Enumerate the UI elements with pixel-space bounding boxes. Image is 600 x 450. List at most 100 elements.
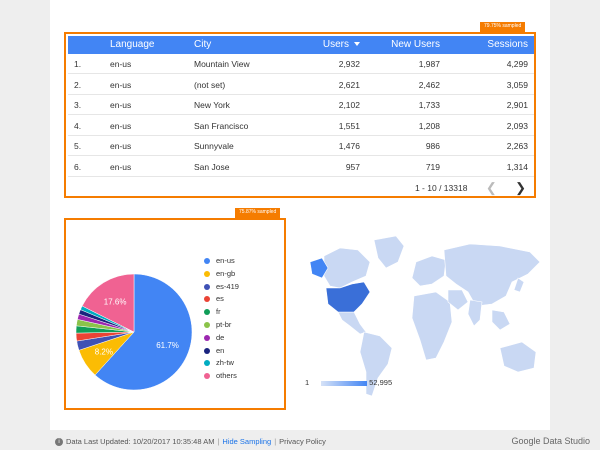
legend-item[interactable]: en-gb — [204, 269, 239, 282]
header-users[interactable]: Users — [323, 39, 360, 50]
legend-dot-icon — [204, 309, 210, 316]
pie-widget[interactable]: 61.7% 8.2% 17.6% en-us en-gb es-419 es fr pt-br… — [64, 218, 286, 410]
world-map[interactable] — [300, 232, 545, 402]
legend-dot-icon — [204, 360, 210, 367]
table-row[interactable]: 3. en-us New York 2,102 1,733 2,901 — [68, 95, 534, 116]
map-region-greenland — [373, 235, 405, 269]
sort-desc-icon — [354, 42, 360, 47]
map-region-australia — [499, 341, 537, 373]
cell-users: 1,551 — [338, 120, 360, 131]
legend-dot-icon — [204, 270, 210, 277]
chevron-left-icon[interactable]: ❮ — [486, 180, 497, 196]
last-updated: Data Last Updated: 10/20/2017 10:35:48 A… — [66, 437, 215, 446]
cell-city: (not set) — [194, 79, 226, 90]
legend-label: fr — [216, 307, 221, 317]
legend-item[interactable]: es — [204, 294, 239, 307]
map-region-southeast-asia — [491, 309, 511, 331]
header-sessions[interactable]: Sessions — [487, 39, 528, 50]
row-index: 6. — [74, 162, 82, 172]
map-region-central-america — [337, 311, 367, 335]
legend-label: en — [216, 345, 225, 355]
cell-new-users: 986 — [425, 141, 440, 152]
footer-separator: | — [217, 437, 220, 446]
cell-sessions: 3,059 — [506, 79, 528, 90]
legend-item[interactable]: de — [204, 333, 239, 346]
table-row[interactable]: 1. en-us Mountain View 2,932 1,987 4,299 — [68, 54, 534, 74]
legend-item[interactable]: fr — [204, 307, 239, 320]
legend-item[interactable]: en — [204, 346, 239, 359]
legend-item[interactable]: es-419 — [204, 282, 239, 295]
legend-dot-icon — [204, 347, 210, 354]
legend-label: pt-br — [216, 319, 232, 329]
map-legend: 1 52,995 — [305, 378, 392, 387]
legend-dot-icon — [204, 258, 210, 265]
cell-users: 2,932 — [338, 59, 360, 69]
map-legend-min: 1 — [305, 378, 310, 387]
header-city[interactable]: City — [194, 39, 211, 50]
cell-sessions: 2,901 — [506, 100, 528, 111]
header-language[interactable]: Language — [110, 39, 155, 50]
pie-chart: 61.7% 8.2% 17.6% — [75, 273, 193, 391]
info-icon: i — [55, 438, 63, 447]
legend-item[interactable]: pt-br — [204, 320, 239, 333]
map-region-middle-east — [447, 289, 469, 311]
legend-dot-icon — [204, 373, 210, 380]
cell-users: 957 — [345, 162, 360, 172]
hide-sampling-link[interactable]: Hide Sampling — [222, 437, 271, 446]
pie-data-label: 61.7% — [156, 341, 179, 350]
table-row[interactable]: 5. en-us Sunnyvale 1,476 986 2,263 — [68, 136, 534, 157]
table-row[interactable]: 4. en-us San Francisco 1,551 1,208 2,093 — [68, 116, 534, 136]
legend-label: de — [216, 332, 225, 342]
table-row[interactable]: 2. en-us (not set) 2,621 2,462 3,059 — [68, 75, 534, 95]
cell-users: 1,476 — [338, 141, 360, 152]
pie-data-label: 8.2% — [95, 348, 113, 357]
cell-sessions: 2,093 — [506, 120, 528, 131]
row-index: 5. — [74, 141, 82, 152]
row-index: 2. — [74, 79, 82, 90]
table-row[interactable]: 6. en-us San Jose 957 719 1,314 — [68, 157, 534, 177]
cell-city: San Francisco — [194, 120, 249, 131]
table-sampled-badge: 79.75% sampled — [480, 22, 526, 32]
cell-city: San Jose — [194, 162, 230, 172]
legend-label: es — [216, 294, 224, 304]
legend-dot-icon — [204, 334, 210, 341]
legend-dot-icon — [204, 283, 210, 290]
chevron-right-icon[interactable]: ❯ — [515, 180, 526, 196]
table-widget[interactable]: Language City Users New Users Sessions 1… — [64, 32, 536, 198]
cell-sessions: 1,314 — [506, 162, 528, 172]
footer: i Data Last Updated: 10/20/2017 10:35:48 … — [55, 437, 326, 447]
row-index: 4. — [74, 120, 82, 131]
legend-label: en-us — [216, 256, 235, 265]
map-region-india — [467, 299, 483, 327]
cell-users: 2,621 — [338, 79, 360, 90]
pagination-range: 1 - 10 / 13318 — [414, 183, 468, 193]
map-region-africa — [411, 291, 453, 361]
map-legend-gradient — [321, 380, 368, 386]
cell-language: en-us — [110, 100, 132, 111]
legend-dot-icon — [204, 296, 210, 303]
pie-legend: en-us en-gb es-419 es fr pt-br de en zh-tw others — [204, 256, 239, 384]
cell-city: Sunnyvale — [194, 141, 234, 152]
cell-sessions: 2,263 — [506, 141, 528, 152]
legend-dot-icon — [204, 322, 210, 328]
pie-sampled-badge: 75.87% sampled — [235, 208, 281, 218]
legend-label: zh-tw — [216, 358, 234, 368]
map-region-europe — [411, 255, 447, 287]
legend-label: es-419 — [216, 281, 239, 291]
cell-new-users: 1,733 — [418, 100, 440, 111]
pagination: 1 - 10 / 13318 ❮ ❯ — [415, 180, 526, 196]
legend-item[interactable]: en-us — [204, 256, 239, 269]
table-header: Language City Users New Users Sessions — [68, 36, 534, 54]
header-new-users[interactable]: New Users — [391, 39, 440, 50]
legend-item[interactable]: others — [204, 371, 239, 384]
cell-language: en-us — [110, 59, 132, 69]
map-legend-max: 52,995 — [369, 378, 393, 387]
header-users-label: Users — [322, 39, 349, 50]
cell-language: en-us — [110, 79, 132, 90]
cell-language: en-us — [110, 141, 132, 152]
privacy-policy-link[interactable]: Privacy Policy — [279, 437, 326, 446]
cell-new-users: 1,987 — [418, 59, 440, 69]
google-data-studio-logo: Google Data Studio — [511, 436, 590, 446]
legend-item[interactable]: zh-tw — [204, 358, 239, 371]
legend-label: en-gb — [216, 268, 236, 278]
